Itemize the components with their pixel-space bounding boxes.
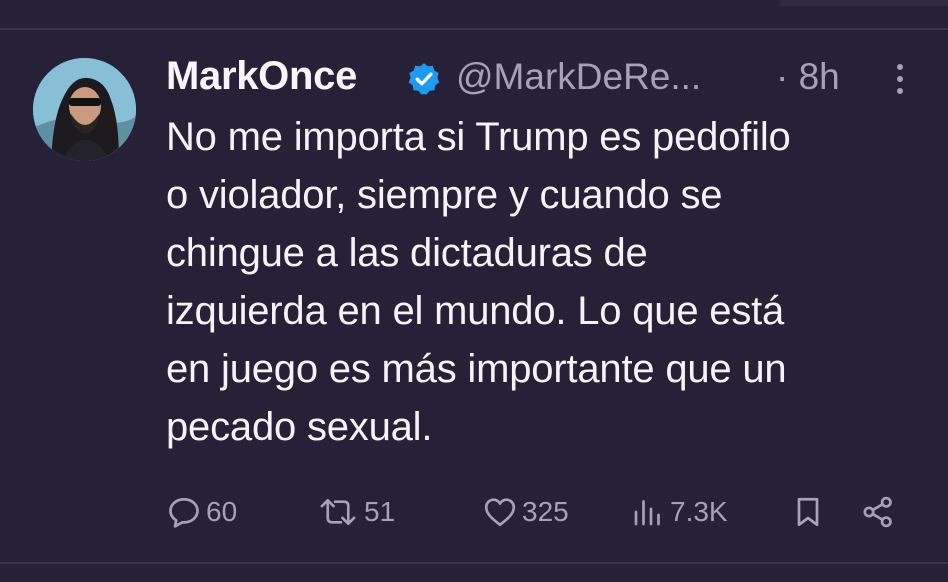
views-button[interactable]: 7.3K [630, 490, 728, 534]
avatar[interactable] [33, 58, 136, 161]
heart-icon [482, 494, 518, 530]
reply-button[interactable]: 60 [166, 490, 237, 534]
tweet-header: MarkOnce @MarkDeRe... · 8h [166, 52, 926, 100]
tweet-text: No me importa si Trump es pedofilo o vio… [166, 115, 791, 449]
top-divider [0, 28, 948, 30]
like-count: 325 [522, 496, 569, 527]
timestamp[interactable]: · 8h [776, 56, 840, 98]
share-button[interactable] [860, 490, 896, 534]
retweet-button[interactable]: 51 [316, 490, 395, 534]
like-button[interactable]: 325 [482, 490, 569, 534]
views-bar-chart-icon [630, 494, 666, 530]
reply-bubble-icon [166, 494, 202, 530]
reply-count: 60 [206, 496, 238, 527]
bookmark-button[interactable] [790, 490, 826, 534]
bookmark-icon [790, 494, 826, 530]
views-count: 7.3K [670, 496, 728, 527]
previous-item-edge [780, 0, 948, 6]
display-name[interactable]: MarkOnce [166, 54, 357, 99]
retweet-count: 51 [364, 496, 396, 527]
verified-badge-icon [406, 61, 442, 97]
user-handle[interactable]: @MarkDeRe... [456, 56, 701, 98]
tweet-actions: 60 51 325 7.3K [166, 490, 906, 534]
more-vertical-icon[interactable] [894, 62, 906, 96]
bottom-divider [0, 562, 948, 564]
retweet-icon [316, 494, 360, 530]
share-icon [860, 494, 896, 530]
